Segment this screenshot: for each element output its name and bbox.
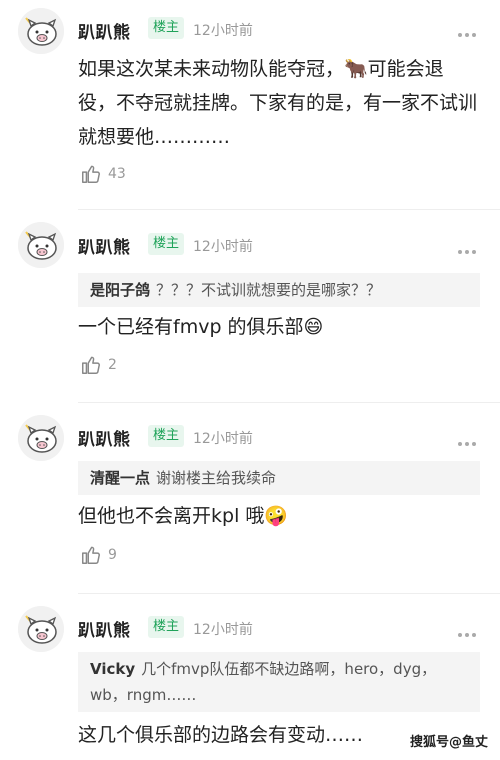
timestamp: 12小时前 [193,23,253,39]
quoted-text: ？？？不试训就想要的是哪家？？ [156,281,382,299]
username[interactable]: 趴趴熊 [78,18,131,43]
avatar[interactable] [18,415,64,461]
comment-item: 趴趴熊 楼主 12小时前 是阳子鸽 ？？？不试训就想要的是哪家？？ 一个已经有fm… [0,210,500,403]
username[interactable]: 趴趴熊 [78,425,131,450]
pig-avatar-icon [18,222,64,268]
comment-text: 一个已经有fmvp 的俱乐部😄 [78,316,324,338]
username[interactable]: 趴趴熊 [78,616,131,641]
like-button[interactable]: 2 [80,354,117,376]
quoted-username[interactable]: 是阳子鸽 [90,281,150,299]
like-count: 9 [108,547,117,563]
timestamp: 12小时前 [193,622,253,638]
more-options-icon[interactable] [458,431,480,446]
quoted-username[interactable]: Vicky [90,660,135,678]
quoted-username[interactable]: 清醒一点 [90,469,150,487]
more-options-icon[interactable] [458,622,480,637]
timestamp: 12小时前 [193,431,253,447]
owner-badge: 楼主 [148,425,185,447]
timestamp: 12小时前 [193,239,253,255]
comment-item: 趴趴熊 楼主 12小时前 清醒一点 谢谢楼主给我续命 但他也不会离开kpl 哦🤪 … [0,403,500,594]
source-watermark: 搜狐号@鱼丈 [409,735,488,750]
owner-badge: 楼主 [148,616,185,638]
pig-avatar-icon [18,606,64,652]
like-button[interactable]: 43 [80,163,126,185]
username[interactable]: 趴趴熊 [78,233,131,258]
avatar[interactable] [18,606,64,652]
thumbs-up-icon [82,546,100,564]
thumbs-up-icon [82,165,100,183]
like-count: 43 [108,166,126,182]
quoted-reply[interactable]: 清醒一点 谢谢楼主给我续命 [78,461,480,495]
owner-badge: 楼主 [148,233,185,255]
quoted-reply[interactable]: Vicky 几个fmvp队伍都不缺边路啊，hero，dyg，wb，rngm…… [78,652,480,712]
like-button[interactable]: 9 [80,544,117,566]
pig-avatar-icon [18,8,64,54]
thumbs-up-icon [82,356,100,374]
avatar[interactable] [18,8,64,54]
quoted-text: 几个fmvp队伍都不缺边路啊，hero，dyg，wb，rngm…… [90,660,437,704]
like-count: 2 [108,357,117,373]
comment-item: 趴趴熊 楼主 12小时前 如果这次某未来动物队能夺冠，🐂可能会退役，不夺冠就挂牌… [0,0,500,210]
more-options-icon[interactable] [458,239,480,254]
quoted-text: 谢谢楼主给我续命 [156,469,277,487]
quoted-reply[interactable]: 是阳子鸽 ？？？不试训就想要的是哪家？？ [78,273,480,307]
avatar[interactable] [18,222,64,268]
comment-text: 如果这次某未来动物队能夺冠，🐂可能会退役，不夺冠就挂牌。下家有的是，有一家不试训… [78,58,478,148]
owner-badge: 楼主 [148,17,185,39]
more-options-icon[interactable] [458,22,480,37]
pig-avatar-icon [18,415,64,461]
comment-text: 但他也不会离开kpl 哦🤪 [78,505,289,527]
